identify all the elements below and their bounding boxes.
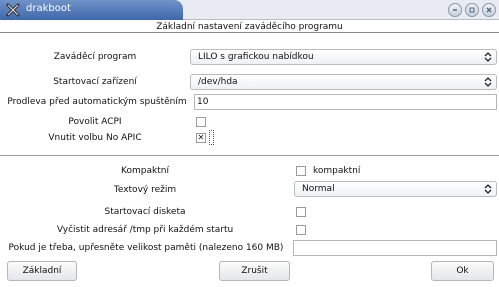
dialog-header: Základní nastavení zaváděcího programu (0, 21, 499, 33)
section-separator (0, 155, 499, 156)
boot-device-select[interactable]: /dev/hda (190, 74, 497, 90)
acpi-checkbox[interactable] (196, 117, 206, 127)
basic-button[interactable]: Základní (7, 261, 77, 281)
ok-button[interactable]: Ok (431, 261, 494, 281)
window-title: drakboot (26, 3, 71, 14)
bootloader-label: Zaváděcí program (53, 52, 137, 62)
clean-tmp-label: Vyčistit adresář /tmp při každém startu (56, 225, 234, 235)
compact-checkbox-label: kompaktní (313, 166, 361, 176)
bootloader-value: LILO s grafickou nabídkou (198, 52, 314, 62)
noapic-checkbox[interactable]: ✕ (196, 133, 206, 143)
text-mode-value: Normal (302, 184, 335, 194)
chevron-up-down-icon (484, 77, 492, 87)
device-label: Startovací zařízení (53, 77, 137, 87)
close-icon[interactable] (482, 3, 496, 17)
bootloader-select[interactable]: LILO s grafickou nabídkou (190, 49, 497, 65)
cancel-button[interactable]: Zrušit (219, 261, 290, 281)
chevron-up-down-icon (484, 184, 492, 194)
text-mode-select[interactable]: Normal (294, 181, 497, 197)
drakx-x-icon (6, 3, 20, 17)
memory-size-input[interactable] (293, 240, 497, 256)
boot-device-value: /dev/hda (198, 77, 238, 87)
minimize-icon[interactable] (448, 3, 462, 17)
text-mode-label: Textový režim (113, 185, 177, 195)
boot-disk-checkbox[interactable] (296, 207, 306, 217)
boot-delay-input[interactable]: 10 (194, 94, 497, 110)
boot-disk-label: Startovací disketa (104, 207, 186, 217)
compact-label: Kompaktní (121, 166, 169, 176)
window-title-tab: drakboot (0, 0, 183, 20)
compact-checkbox[interactable] (296, 166, 306, 176)
noapic-label: Vnutit volbu No APIC (48, 133, 142, 143)
acpi-label: Povolit ACPI (68, 117, 122, 127)
clean-tmp-checkbox[interactable] (296, 225, 306, 235)
window-titlebar[interactable]: drakboot (0, 0, 499, 20)
chevron-up-down-icon (484, 52, 492, 62)
focus-indicator (209, 130, 214, 145)
boot-delay-label: Prodleva před automatickým spuštěním (7, 97, 187, 107)
memory-size-label: Pokud je třeba, upřesněte velikost pamět… (8, 243, 284, 253)
maximize-icon[interactable] (465, 3, 479, 17)
